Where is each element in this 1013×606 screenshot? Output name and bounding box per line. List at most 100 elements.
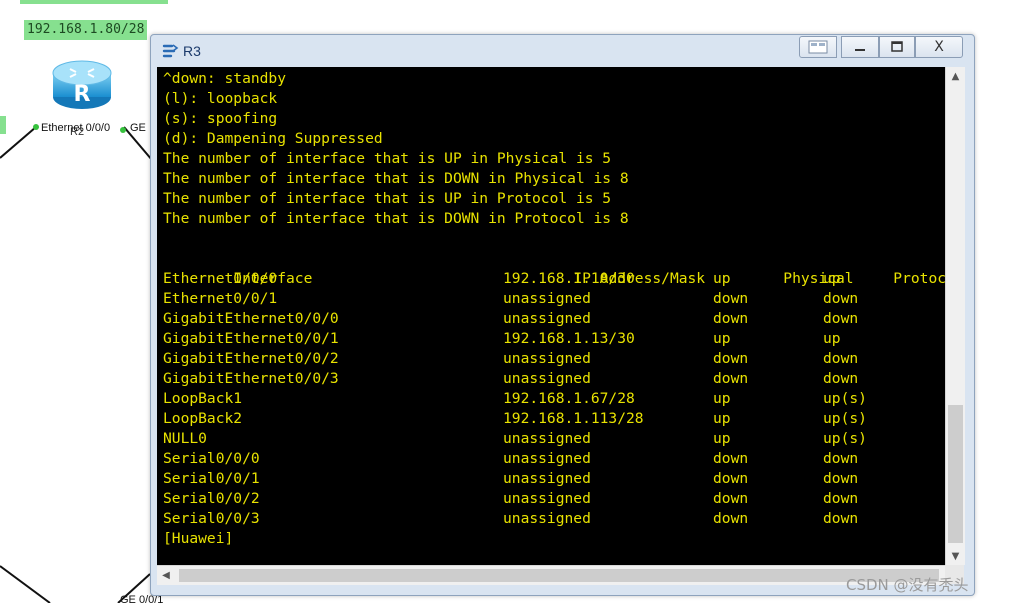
title-bar[interactable]: R3 X (151, 35, 974, 67)
terminal-line: (d): Dampening Suppressed (163, 130, 383, 147)
interface-name: Serial0/0/1 (163, 470, 260, 487)
ip-address: 192.168.1.67/28 (503, 390, 635, 407)
physical-status: up (713, 430, 731, 447)
network-label: 192.168.1.80/28 (24, 20, 148, 40)
scroll-thumb[interactable] (948, 405, 963, 543)
scroll-down-button[interactable]: ▼ (946, 547, 965, 565)
physical-status: down (713, 470, 749, 487)
command-prompt[interactable]: [Huawei] (163, 529, 945, 549)
interface-name: Serial0/0/0 (163, 450, 260, 467)
protocol-status: down (823, 290, 859, 307)
table-row: LoopBack2 192.168.1.113/28 up up(s) (163, 409, 945, 429)
interface-name: GigabitEthernet0/0/0 (163, 310, 339, 327)
protocol-status: down (823, 450, 859, 467)
ip-address: unassigned (503, 470, 591, 487)
terminal-output[interactable]: ^down: standby (l): loopback (s): spoofing… (157, 67, 945, 565)
vertical-scrollbar[interactable]: ▲ ▼ (945, 67, 965, 565)
terminal-app-icon (161, 42, 179, 60)
table-row: Serial0/0/1 unassigned down down (163, 469, 945, 489)
port-label-right: GE (130, 122, 146, 134)
terminal-line: (l): loopback (163, 90, 278, 107)
router-icon[interactable]: R (50, 57, 114, 113)
link-bottom-left (0, 565, 51, 603)
protocol-status: up(s) (823, 390, 867, 407)
table-row: GigabitEthernet0/0/0 unassigned down down (163, 309, 945, 329)
layout-icon (808, 40, 828, 54)
port-status-dot (33, 124, 39, 130)
interface-name: GigabitEthernet0/0/2 (163, 350, 339, 367)
table-row: GigabitEthernet0/0/1 192.168.1.13/30 up up (163, 329, 945, 349)
minimize-button[interactable] (841, 36, 879, 58)
physical-status: down (713, 310, 749, 327)
restore-layout-button[interactable] (799, 36, 837, 58)
protocol-status: up(s) (823, 410, 867, 427)
ip-address: 192.168.1.10/30 (503, 270, 635, 287)
interface-name: Ethernet0/0/1 (163, 290, 278, 307)
protocol-status: down (823, 350, 859, 367)
table-header-row: InterfaceIP Address/MaskPhysicalProtocol (163, 249, 945, 287)
protocol-status: down (823, 370, 859, 387)
interface-name: LoopBack2 (163, 410, 243, 427)
physical-status: down (713, 290, 749, 307)
scroll-thumb[interactable] (179, 569, 939, 582)
protocol-status: down (823, 510, 859, 527)
terminal-line: The number of interface that is DOWN in … (163, 210, 629, 227)
scroll-up-button[interactable]: ▲ (946, 67, 965, 85)
physical-status: up (713, 390, 731, 407)
interface-name: Ethernet0/0/0 (163, 270, 278, 287)
protocol-status: down (823, 310, 859, 327)
table-row: Serial0/0/3 unassigned down down (163, 509, 945, 529)
svg-text:R: R (74, 82, 91, 107)
ip-address: unassigned (503, 430, 591, 447)
console-window[interactable]: R3 X ^down: standby (l): loopback (s): spo… (150, 34, 975, 596)
terminal-line: The number of interface that is UP in Pr… (163, 190, 612, 207)
physical-status: down (713, 350, 749, 367)
ip-address: 192.168.1.13/30 (503, 330, 635, 347)
physical-status: up (713, 410, 731, 427)
terminal-line: The number of interface that is UP in Ph… (163, 150, 612, 167)
horizontal-scrollbar[interactable]: ◀ (157, 565, 945, 585)
ip-address: unassigned (503, 310, 591, 327)
interface-name: LoopBack1 (163, 390, 243, 407)
table-row: Ethernet0/0/0 192.168.1.10/30 up up (163, 269, 945, 289)
physical-status: up (713, 270, 731, 287)
ip-address: unassigned (503, 290, 591, 307)
table-row: LoopBack1 192.168.1.67/28 up up(s) (163, 389, 945, 409)
ip-address: unassigned (503, 490, 591, 507)
table-row: GigabitEthernet0/0/2 unassigned down down (163, 349, 945, 369)
port-label-left: Ethernet 0/0/0 (41, 122, 111, 134)
watermark: CSDN @没有秃头 (846, 576, 969, 594)
ip-address: unassigned (503, 370, 591, 387)
maximize-icon (891, 41, 903, 52)
scroll-left-button[interactable]: ◀ (157, 566, 175, 585)
ip-address: unassigned (503, 510, 591, 527)
terminal-line: ^down: standby (163, 70, 287, 87)
maximize-button[interactable] (879, 36, 915, 58)
table-row: Serial0/0/2 unassigned down down (163, 489, 945, 509)
protocol-status: up (823, 270, 841, 287)
ip-address: unassigned (503, 450, 591, 467)
table-row: GigabitEthernet0/0/3 unassigned down down (163, 369, 945, 389)
table-row: Ethernet0/0/1 unassigned down down (163, 289, 945, 309)
window-title: R3 (183, 43, 201, 59)
interface-name: GigabitEthernet0/0/3 (163, 370, 339, 387)
physical-status: down (713, 510, 749, 527)
interface-name: Serial0/0/2 (163, 490, 260, 507)
interface-name: NULL0 (163, 430, 207, 447)
physical-status: down (713, 450, 749, 467)
terminal-line: The number of interface that is DOWN in … (163, 170, 629, 187)
terminal-line: (s): spoofing (163, 110, 278, 127)
physical-status: down (713, 490, 749, 507)
terminal-lines: ^down: standby (l): loopback (s): spoofing… (163, 69, 945, 549)
close-button[interactable]: X (915, 36, 963, 58)
protocol-status: down (823, 490, 859, 507)
protocol-status: up (823, 330, 841, 347)
label-strip (0, 116, 6, 134)
ip-address: 192.168.1.113/28 (503, 410, 644, 427)
minimize-icon (855, 49, 865, 51)
interface-name: Serial0/0/3 (163, 510, 260, 527)
ip-address: unassigned (503, 350, 591, 367)
label-strip (20, 0, 168, 4)
table-row: Serial0/0/0 unassigned down down (163, 449, 945, 469)
